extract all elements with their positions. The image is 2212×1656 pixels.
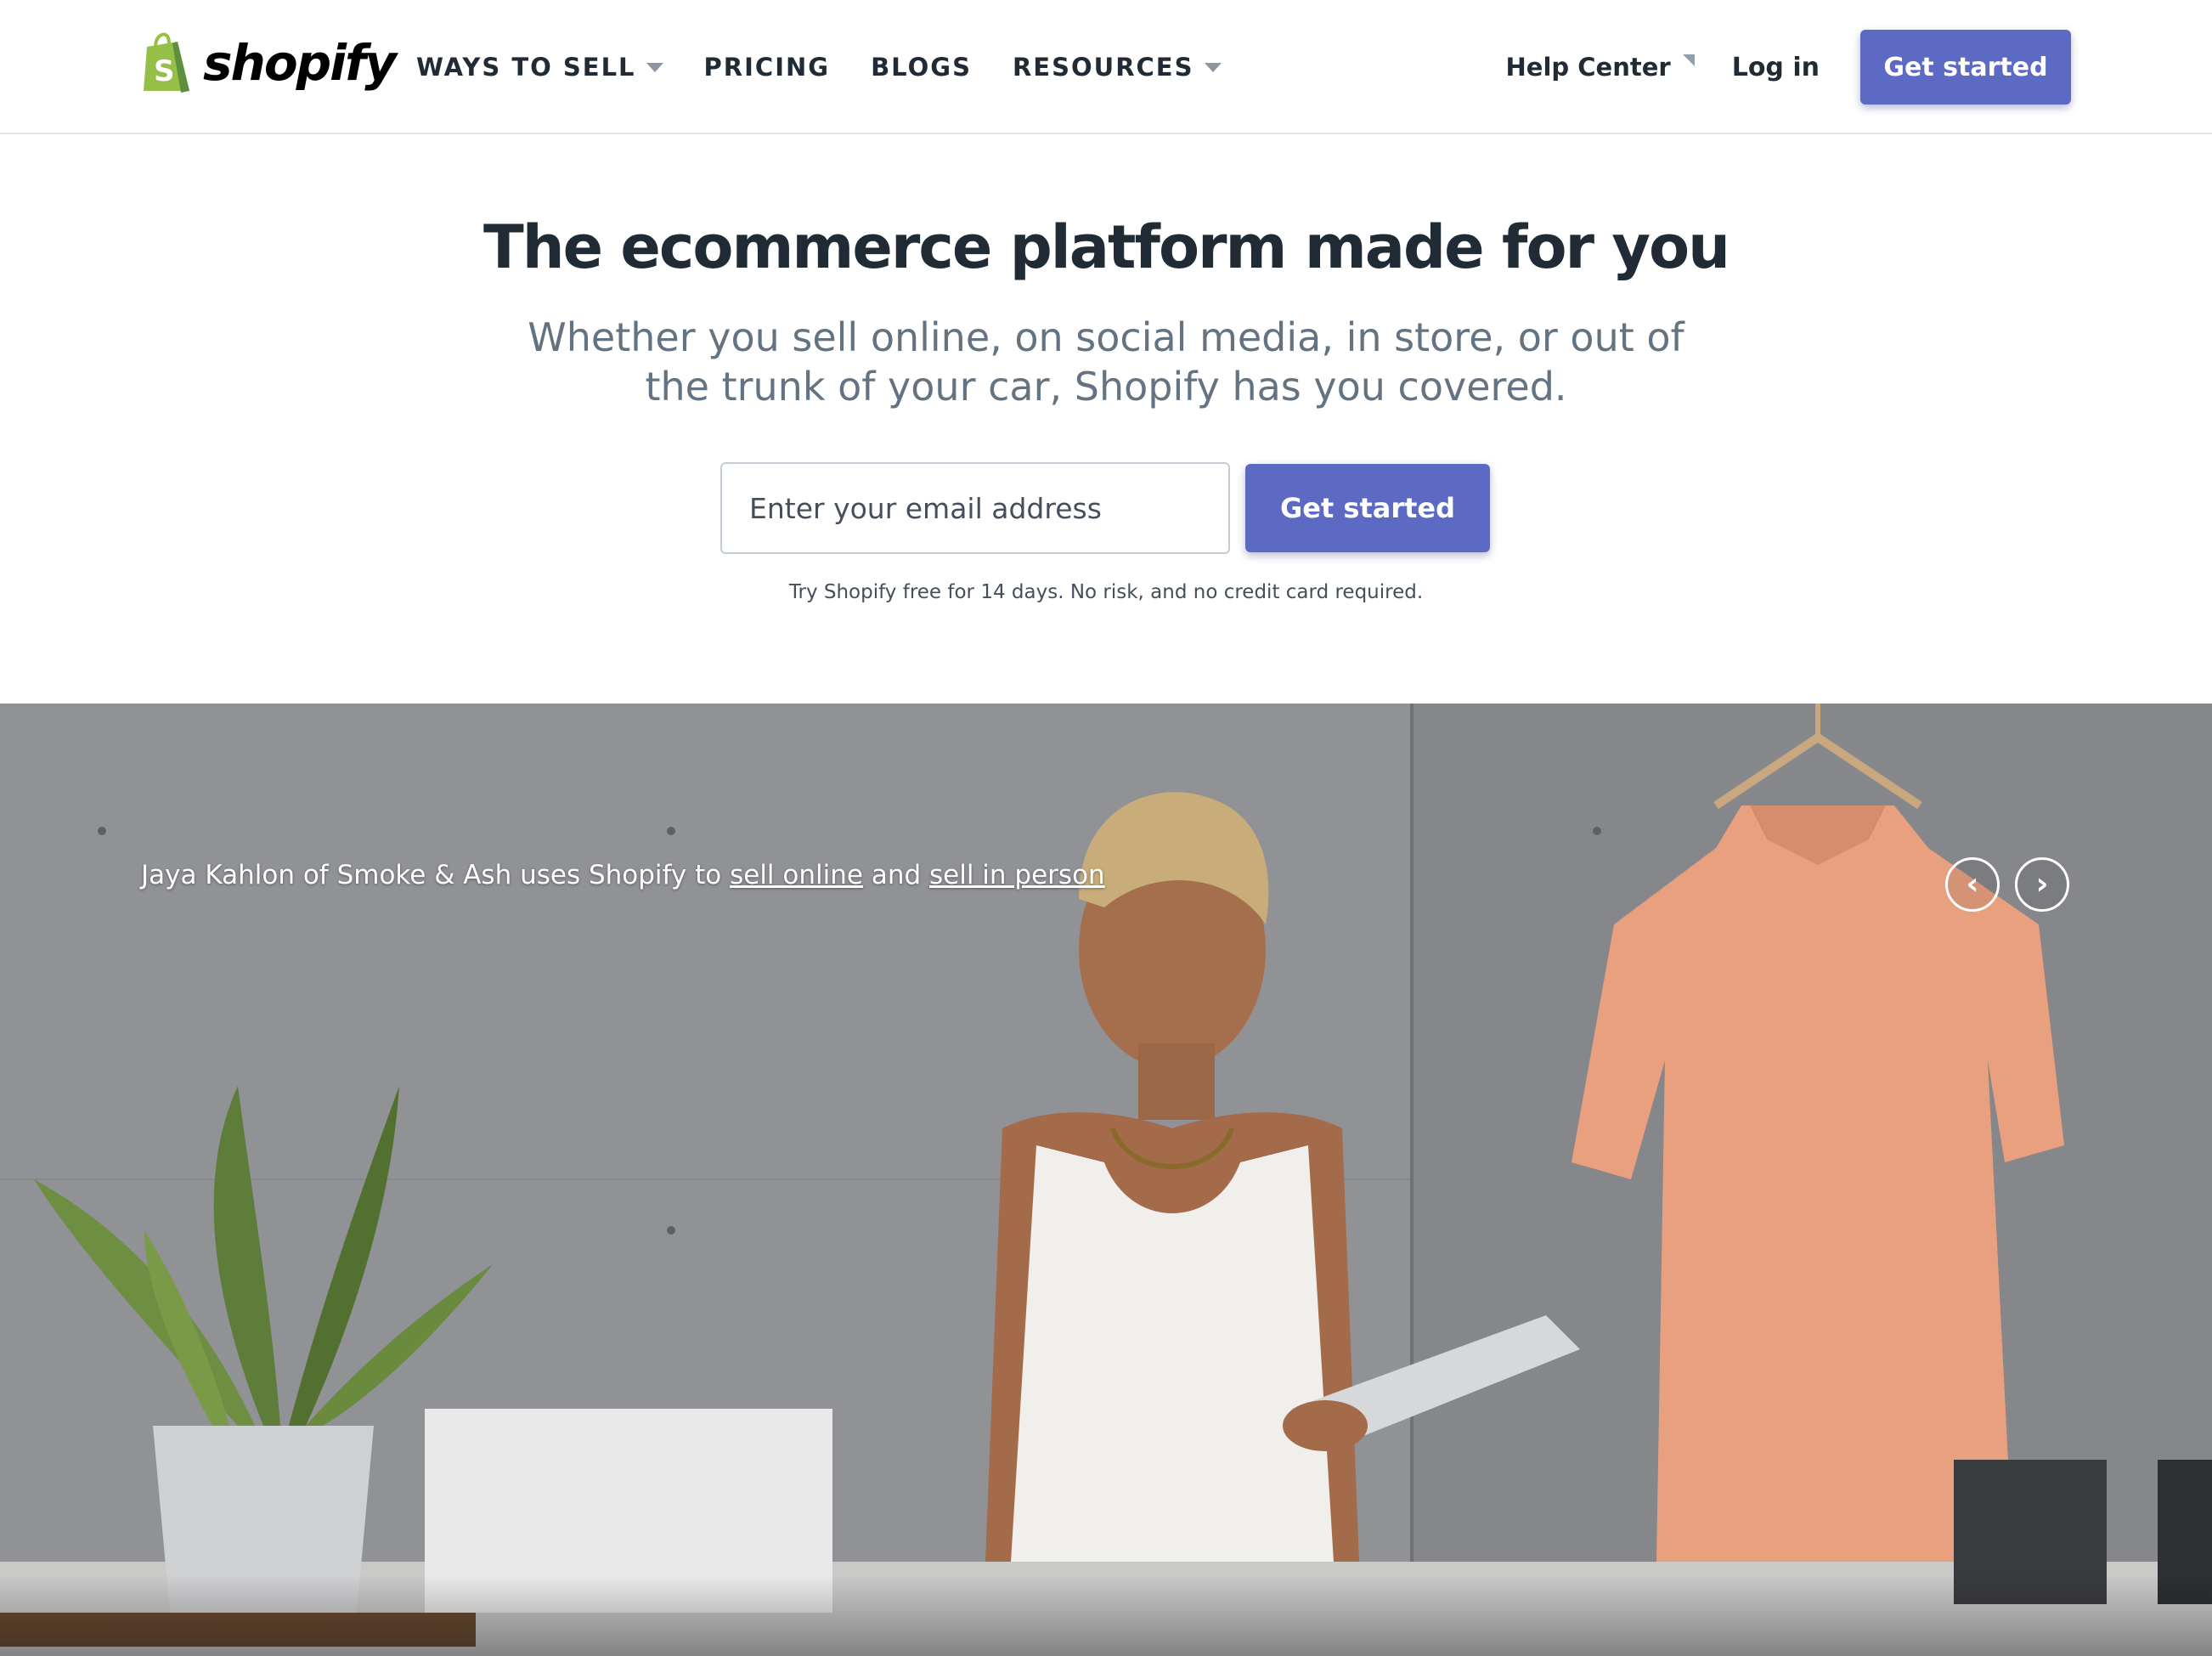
email-input[interactable] <box>720 462 1230 554</box>
caret-down-icon <box>1204 62 1222 72</box>
caret-down-icon <box>646 62 663 72</box>
caption-text-mid: and <box>862 860 929 890</box>
nav-ways-to-sell[interactable]: WAYS TO SELL <box>416 53 663 82</box>
merchant-photo-illustration <box>0 704 2212 1656</box>
external-link-icon <box>1682 54 1695 66</box>
nav-ways-to-sell-label: WAYS TO SELL <box>416 53 636 82</box>
hero-subtitle-line-2: the trunk of your car, Shopify has you c… <box>645 364 1567 410</box>
sell-in-person-link[interactable]: sell in person <box>929 860 1105 890</box>
hero-photo <box>0 704 2212 1656</box>
help-center-link[interactable]: Help Center <box>1506 53 1695 82</box>
chevron-right-icon: › <box>2035 867 2049 901</box>
nav-resources-label: RESOURCES <box>1012 53 1194 82</box>
logo-wordmark: shopify <box>203 34 397 92</box>
trial-note: Try Shopify free for 14 days. No risk, a… <box>788 581 1424 603</box>
hero-title: The ecommerce platform made for you <box>482 212 1730 282</box>
nav-resources[interactable]: RESOURCES <box>1013 53 1222 82</box>
caption-overlay <box>0 1574 2212 1656</box>
get-started-hero-button[interactable]: Get started <box>1245 464 1490 552</box>
get-started-header-button[interactable]: Get started <box>1860 30 2071 105</box>
shopping-bag-icon: S <box>144 32 189 93</box>
photo-caption: Jaya Kahlon of Smoke & Ash uses Shopify … <box>141 860 1105 890</box>
nav-blogs[interactable]: BLOGS <box>871 53 972 82</box>
header-actions: Help Center Log in Get started <box>1506 0 2071 134</box>
nav-blogs-label: BLOGS <box>871 53 972 82</box>
hero-subtitle: Whether you sell online, on social media… <box>510 313 1702 411</box>
previous-slide-button[interactable]: ‹ <box>1945 857 2000 912</box>
svg-text:S: S <box>154 54 175 88</box>
shopify-logo[interactable]: S shopify <box>140 31 397 95</box>
next-slide-button[interactable]: › <box>2015 857 2069 912</box>
main-nav: WAYS TO SELL PRICING BLOGS RESOURCES <box>416 0 1262 134</box>
help-center-label: Help Center <box>1505 53 1671 82</box>
nav-pricing[interactable]: PRICING <box>704 53 831 82</box>
login-link[interactable]: Log in <box>1732 53 1820 82</box>
hero-subtitle-line-1: Whether you sell online, on social media… <box>528 314 1684 360</box>
chevron-left-icon: ‹ <box>1966 867 1979 901</box>
nav-pricing-label: PRICING <box>703 53 831 82</box>
site-header: S shopify WAYS TO SELL PRICING BLOGS RES… <box>0 0 2212 134</box>
signup-form: Get started <box>720 462 1490 554</box>
caption-text-prefix: Jaya Kahlon of Smoke & Ash uses Shopify … <box>141 860 731 890</box>
sell-online-link[interactable]: sell online <box>730 860 863 890</box>
